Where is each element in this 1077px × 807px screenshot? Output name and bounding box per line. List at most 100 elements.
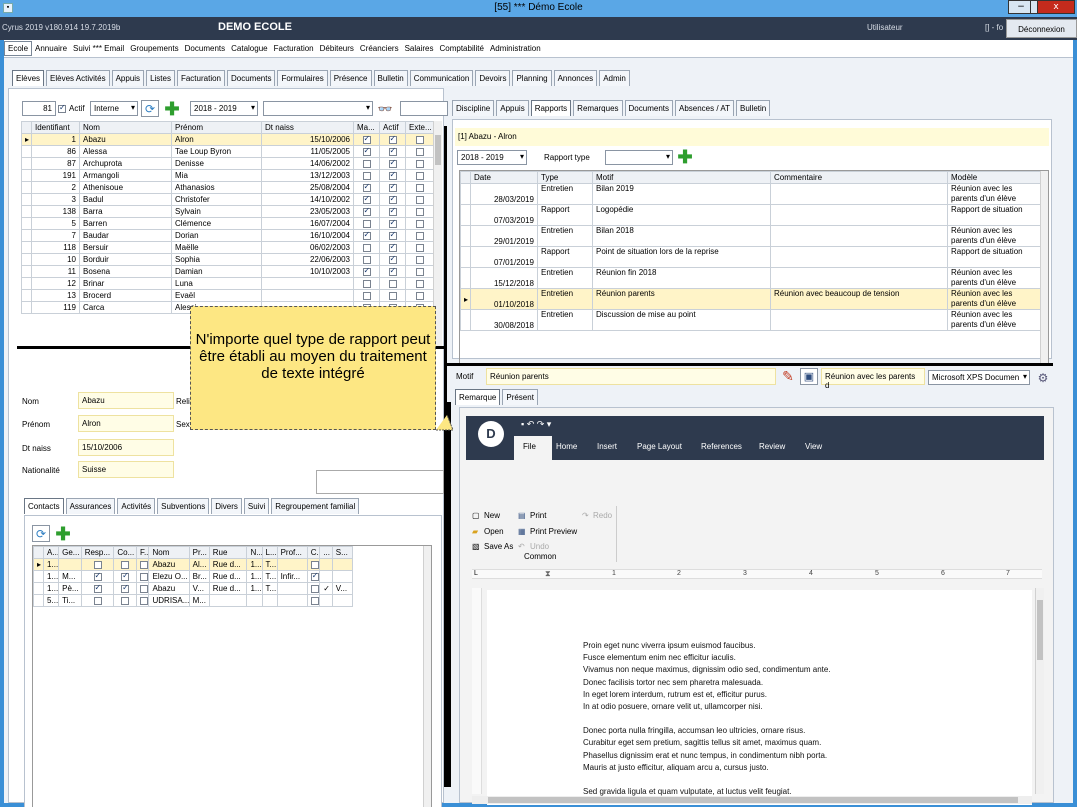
contacts-col-7[interactable]: Rue [208,546,248,559]
actif-row-checkbox[interactable] [388,291,397,300]
contacts-col-12[interactable]: ... [319,546,333,559]
tab-right-bulletin[interactable]: Bulletin [736,100,771,116]
ruler-tab-icon[interactable]: L [474,570,478,577]
contact-c-checkbox[interactable] [310,596,319,605]
print-preview-button[interactable]: Print Preview [530,527,577,536]
col-dtnaiss[interactable]: Dt naiss [261,121,354,134]
student-row[interactable]: 3 Badul Christofer 14/10/2002 [21,193,434,206]
print-icon[interactable]: ▤ [518,511,526,520]
motif-field[interactable]: Réunion parents [486,368,776,385]
splitter-right-vertical[interactable] [447,402,451,787]
report-add-icon[interactable]: ✚ [676,148,694,166]
menu-annuaire[interactable]: Annuaire [32,42,70,55]
tab-right-appuis[interactable]: Appuis [496,100,529,116]
print-button[interactable]: Print [530,511,546,520]
report-row[interactable]: 29/01/2019 Entretien Bilan 2018 Réunion ave… [460,225,1041,247]
tab-subventions[interactable]: Subventions [157,498,210,514]
ma-checkbox[interactable] [362,231,371,240]
menu-suivi-email[interactable]: Suivi *** Email [70,42,127,55]
contact-co-checkbox[interactable] [121,572,130,581]
contact-resp-checkbox[interactable] [93,572,102,581]
ribbon-tab-home[interactable]: Home [556,442,577,451]
report-year-select[interactable]: 2018 - 2019 [457,150,527,165]
ma-checkbox[interactable] [362,147,371,156]
menu-groupements[interactable]: Groupements [127,42,181,55]
ext-checkbox[interactable] [415,243,424,252]
tab-planning[interactable]: Planning [512,70,552,86]
student-row[interactable]: 5 Barren Clémence 16/07/2004 [21,217,434,230]
tab-present[interactable]: Présent [502,389,538,405]
ribbon-tab-view[interactable]: View [805,442,822,451]
document-line[interactable]: In at odio posuere, ornare velit ut, ull… [583,701,831,713]
col-identifiant[interactable]: Identifiant [31,121,80,134]
prenom-field[interactable]: Alron [78,415,174,432]
student-row[interactable]: 86 Alessa Tae Loup Byron 11/05/2005 [21,145,434,158]
tab-assurances[interactable]: Assurances [65,498,116,514]
contact-row[interactable]: 1...Pè...AbazuV...Rue d...1...T...✓V... [33,582,354,595]
actif-row-checkbox[interactable] [388,243,397,252]
new-icon[interactable]: ▢ [472,511,480,520]
contacts-col-2[interactable]: Resp... [80,546,115,559]
ext-checkbox[interactable] [415,267,424,276]
save-as-button[interactable]: Save As [484,542,513,551]
ma-checkbox[interactable] [362,159,371,168]
qat-icons[interactable]: ▪ ↶ ↷ ▾ [521,419,551,430]
contact-row[interactable]: 5... Ti... UDRISA... M... [33,594,354,607]
splitter-right-horizontal[interactable] [447,363,1053,366]
edit-pencil-icon[interactable]: ✎ [779,368,797,385]
nom-field[interactable]: Abazu [78,392,174,409]
contacts-col-10[interactable]: Prof... [276,546,308,559]
editor-vscroll[interactable] [1035,588,1044,794]
actif-row-checkbox[interactable] [388,159,397,168]
ma-checkbox[interactable] [362,267,371,276]
ribbon-tab-references[interactable]: References [701,442,742,451]
contacts-add-icon[interactable]: ✚ [54,525,72,543]
col-prenom[interactable]: Prénom [171,121,262,134]
tab-appuis[interactable]: Appuis [111,70,145,86]
tab-remarque[interactable]: Remarque [455,389,501,405]
col-motif[interactable]: Motif [592,171,771,184]
ma-checkbox[interactable] [362,171,371,180]
ma-checkbox[interactable] [362,255,371,264]
tab-remarques[interactable]: Remarques [573,100,623,116]
save-disk-icon[interactable]: ▣ [800,368,818,385]
printer-select[interactable]: Microsoft XPS Documen [928,370,1030,385]
contacts-col-5[interactable]: Nom [148,546,190,559]
contacts-col-13[interactable]: S... [331,546,354,559]
contact-f-checkbox[interactable] [139,560,148,569]
col-actif[interactable]: Actif [379,121,406,134]
ma-checkbox[interactable] [362,279,371,288]
col-ma[interactable]: Ma... [353,121,380,134]
contact-f-checkbox[interactable] [139,596,148,605]
tab-discipline[interactable]: Discipline [452,100,495,116]
open-button[interactable]: Open [484,527,504,536]
new-button[interactable]: New [484,511,500,520]
ext-checkbox[interactable] [415,219,424,228]
actif-checkbox[interactable] [58,103,66,113]
actif-row-checkbox[interactable] [388,231,397,240]
student-row[interactable]: 191 Armangoli Mia 13/12/2003 [21,169,434,182]
tab-contacts[interactable]: Contacts [24,498,64,514]
actif-row-checkbox[interactable] [388,147,397,156]
tab-right-documents[interactable]: Documents [624,100,673,116]
tab-devoirs[interactable]: Devoirs [475,70,511,86]
student-row[interactable]: 118 Bersuir Maëlle 06/02/2003 [21,241,434,254]
search-select[interactable] [263,101,373,116]
student-row[interactable]: 13 Brocerd Evaël [21,289,434,302]
contacts-col-3[interactable]: Co... [113,546,137,559]
ma-checkbox[interactable] [362,207,371,216]
tab-absences[interactable]: Absences / AT [675,100,734,116]
student-row[interactable]: 7 Baudar Dorian 16/10/2004 [21,229,434,242]
report-row[interactable]: 07/03/2019 Rapport Logopédie Rapport de sit… [460,204,1041,226]
contacts-col-0[interactable]: A... [43,546,60,559]
year-select[interactable]: 2018 - 2019 [190,101,258,116]
ma-checkbox[interactable] [362,183,371,192]
menu-administration[interactable]: Administration [487,42,544,55]
count-field[interactable]: 81 [22,101,56,116]
settings-gear-icon[interactable]: ⚙ [1034,369,1052,386]
ribbon-tab-insert[interactable]: Insert [597,442,617,451]
tab-bulletin[interactable]: Bulletin [373,70,408,86]
contact-f-checkbox[interactable] [139,584,148,593]
modele-field[interactable]: Réunion avec les parents d [821,368,925,390]
tab-regroupement[interactable]: Regroupement familial [271,498,360,514]
